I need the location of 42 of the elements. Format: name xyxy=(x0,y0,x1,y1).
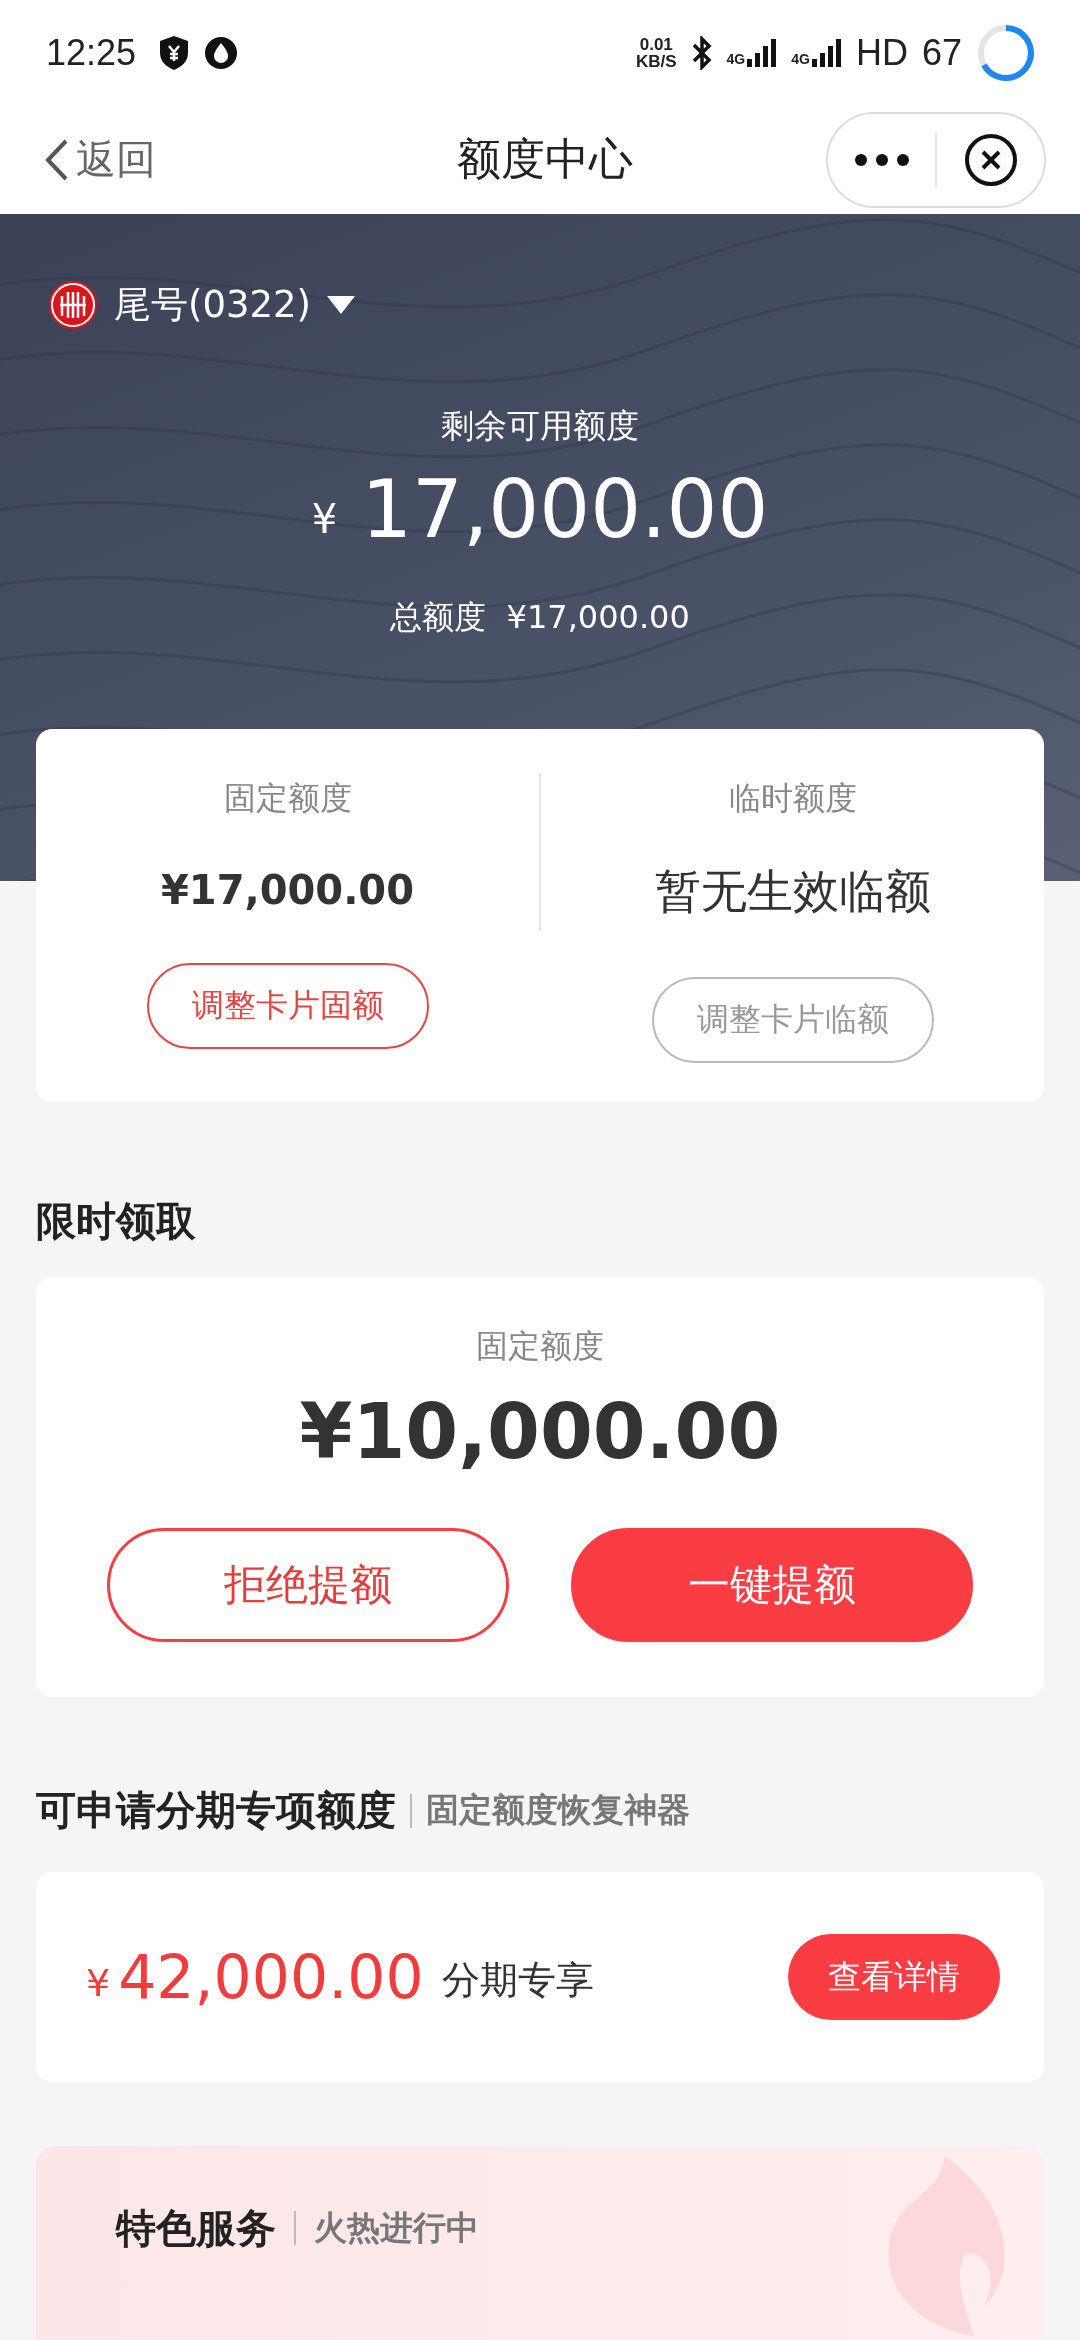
close-icon xyxy=(962,131,1019,188)
signal-icon xyxy=(811,39,842,67)
installment-amount: 42,000.00 xyxy=(118,1942,424,2013)
battery-level: 67 xyxy=(921,32,962,74)
network-speed: 0.01 KB/S xyxy=(635,36,677,70)
section-subtitle: 固定额度恢复神器 xyxy=(426,1789,690,1832)
card-selector[interactable]: 尾号(0322) xyxy=(48,279,356,330)
back-button[interactable]: 返回 xyxy=(44,132,156,188)
battery-ring-icon xyxy=(976,23,1036,83)
page-title: 额度中心 xyxy=(457,132,633,187)
limit-label: 固定额度 xyxy=(223,778,352,819)
signal-icon xyxy=(747,39,778,67)
installment-note: 分期专享 xyxy=(441,1956,594,2004)
total-limit: 总额度 ¥17,000.00 xyxy=(390,596,690,638)
limit-label: 临时额度 xyxy=(728,778,857,819)
section-subtitle: 火热进行中 xyxy=(314,2206,479,2249)
limit-value: 暂无生效临额 xyxy=(654,863,931,920)
shield-icon xyxy=(158,35,191,71)
status-time: 12:25 xyxy=(46,32,137,74)
currency-symbol: ¥ xyxy=(311,496,338,543)
decline-button[interactable]: 拒绝提额 xyxy=(107,1528,509,1643)
chevron-left-icon xyxy=(44,137,70,182)
dropdown-icon xyxy=(327,295,356,314)
hd-indicator: HD xyxy=(855,32,908,74)
drop-icon xyxy=(204,36,239,70)
section-title: 特色服务 xyxy=(116,2203,276,2253)
accept-button[interactable]: 一键提额 xyxy=(571,1528,973,1643)
bank-logo-icon xyxy=(48,279,98,330)
adjust-limit-button[interactable]: 调整卡片固额 xyxy=(146,963,429,1049)
more-icon xyxy=(853,152,910,167)
available-label: 剩余可用额度 xyxy=(441,404,639,447)
details-button[interactable]: 查看详情 xyxy=(788,1934,1000,2021)
offer-label: 固定额度 xyxy=(476,1326,604,1368)
section-title: 可申请分期专项额度 xyxy=(36,1786,396,1836)
section-title: 限时领取 xyxy=(36,1197,197,1247)
available-amount: 17,000.00 xyxy=(361,462,769,556)
network-type: 4G xyxy=(791,51,810,67)
bluetooth-icon xyxy=(690,36,713,70)
network-type: 4G xyxy=(726,51,746,67)
currency-symbol: ¥ xyxy=(86,1961,111,2006)
offer-amount: ¥10,000.00 xyxy=(299,1387,781,1477)
limit-value: ¥17,000.00 xyxy=(160,867,414,913)
